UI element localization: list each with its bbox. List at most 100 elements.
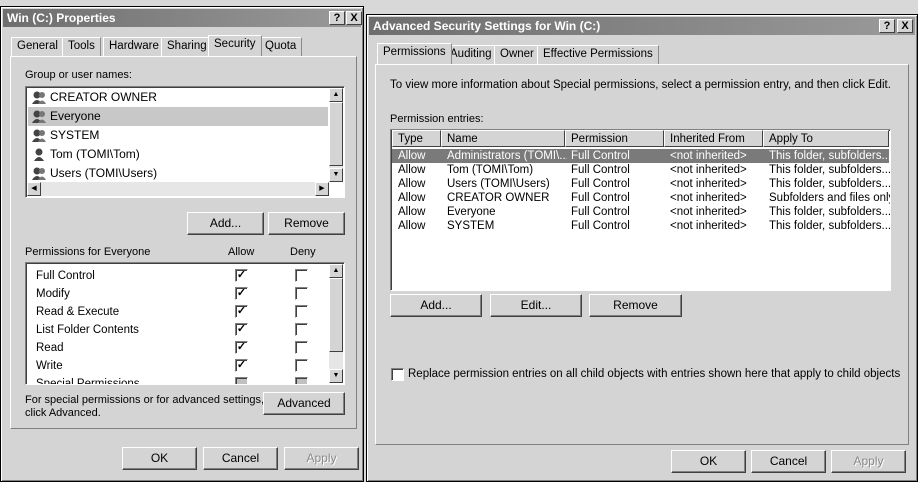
deny-checkbox[interactable] [295, 377, 308, 384]
table-row[interactable]: Allow Tom (TOMI\Tom) Full Control <not inhe… [392, 163, 891, 177]
replace-checkbox[interactable] [391, 368, 404, 381]
list-item[interactable]: Tom (TOMI\Tom) [28, 145, 328, 164]
entries-label: Permission entries: [390, 113, 484, 125]
allow-checkbox[interactable]: ✓ [235, 323, 248, 336]
allow-checkbox[interactable] [235, 377, 248, 384]
permissions-list: Full Control Modify Read & Execute List … [25, 262, 345, 385]
list-item[interactable]: CREATOR OWNER [28, 88, 328, 107]
deny-checkbox[interactable] [295, 323, 308, 336]
cancel-button[interactable]: Cancel [203, 447, 278, 470]
ok-button[interactable]: OK [122, 447, 197, 470]
deny-checkbox[interactable] [295, 269, 308, 282]
list-item[interactable]: Users (TOMI\Users) [28, 164, 328, 183]
properties-titlebar[interactable]: Win (C:) Properties [3, 9, 361, 27]
tab-hardware[interactable]: Hardware [103, 37, 165, 56]
allow-checkbox[interactable]: ✓ [235, 359, 248, 372]
perm-read-execute: Read & Execute [36, 306, 120, 318]
table-cell: This folder, subfolders... [769, 164, 891, 176]
tab-security[interactable]: Security [208, 35, 262, 56]
col-permission[interactable]: Permission [565, 130, 664, 147]
tab-permissions[interactable]: Permissions [377, 43, 452, 64]
properties-dialog: Win (C:) Properties ? X General Tools Ha… [0, 6, 364, 482]
perm-write: Write [36, 360, 63, 372]
scroll-up-icon[interactable]: ▲ [329, 264, 343, 278]
properties-title: Win (C:) Properties [7, 11, 116, 25]
table-cell: This folder, subfolders... [769, 150, 891, 162]
table-cell: This folder, subfolders... [769, 220, 891, 232]
table-cell: Full Control [571, 220, 630, 232]
allow-checkbox[interactable]: ✓ [235, 341, 248, 354]
scroll-thumb[interactable] [329, 102, 343, 166]
table-cell: Full Control [571, 150, 630, 162]
permissions-vscrollbar[interactable]: ▲ ▼ [329, 264, 343, 383]
tab-auditing[interactable]: Auditing [444, 45, 498, 64]
scroll-down-icon[interactable]: ▼ [329, 168, 343, 182]
col-type[interactable]: Type [392, 130, 441, 147]
edit-button[interactable]: Edit... [490, 294, 582, 317]
table-row[interactable]: Allow CREATOR OWNER Full Control <not inher… [392, 191, 890, 205]
tab-quota[interactable]: Quota [259, 37, 303, 56]
table-cell: Full Control [571, 206, 630, 218]
perm-read: Read [36, 342, 64, 354]
help-button[interactable]: ? [329, 11, 345, 25]
special-note-2: click Advanced. [25, 407, 101, 419]
group-icon [32, 110, 46, 123]
list-item[interactable]: Everyone [28, 107, 328, 126]
help-button[interactable]: ? [879, 19, 895, 33]
allow-checkbox[interactable]: ✓ [235, 305, 248, 318]
advanced-button[interactable]: Advanced [263, 392, 345, 415]
scroll-up-icon[interactable]: ▲ [329, 88, 343, 102]
list-item[interactable]: SYSTEM [28, 126, 328, 145]
apply-button[interactable]: Apply [831, 450, 906, 473]
remove-button[interactable]: Remove [589, 294, 682, 317]
close-button[interactable]: X [897, 19, 913, 33]
col-inherited-from[interactable]: Inherited From [664, 130, 763, 147]
deny-checkbox[interactable] [295, 359, 308, 372]
tab-effective-permissions[interactable]: Effective Permissions [537, 45, 659, 64]
allow-header: Allow [228, 246, 255, 258]
table-cell: <not inherited> [670, 164, 747, 176]
scroll-right-icon[interactable]: ▶ [315, 182, 329, 196]
advanced-titlebar[interactable]: Advanced Security Settings for Win (C:) [369, 17, 915, 35]
cancel-button[interactable]: Cancel [751, 450, 826, 473]
user-list-hscrollbar[interactable]: ◀ ▶ [27, 182, 329, 196]
table-cell: CREATOR OWNER [447, 192, 550, 204]
close-button[interactable]: X [346, 11, 362, 25]
table-row[interactable]: Allow Everyone Full Control <not inherited>… [392, 205, 890, 219]
add-button[interactable]: Add... [187, 212, 264, 235]
deny-checkbox[interactable] [295, 287, 308, 300]
tab-owner[interactable]: Owner [494, 45, 540, 64]
col-name[interactable]: Name [441, 130, 565, 147]
user-list[interactable]: CREATOR OWNER Everyone SYSTEM Tom (TOMI\… [25, 86, 345, 198]
scroll-thumb[interactable] [329, 278, 343, 352]
add-button[interactable]: Add... [390, 294, 482, 317]
table-cell: Allow [398, 164, 426, 176]
allow-checkbox[interactable]: ✓ [235, 287, 248, 300]
info-text: To view more information about Special p… [390, 79, 891, 91]
table-row[interactable]: Allow Users (TOMI\Users) Full Control <not … [392, 177, 890, 191]
table-cell: Allow [398, 150, 426, 162]
tab-general[interactable]: General [11, 37, 64, 56]
scroll-down-icon[interactable]: ▼ [329, 369, 343, 383]
ok-button[interactable]: OK [671, 450, 746, 473]
table-cell: Allow [398, 220, 426, 232]
remove-button[interactable]: Remove [268, 212, 345, 235]
allow-checkbox[interactable]: ✓ [235, 269, 248, 282]
perm-modify: Modify [36, 288, 70, 300]
security-panel: Group or user names: CREATOR OWNER Every… [10, 56, 357, 429]
table-cell: Full Control [571, 178, 630, 190]
table-cell: Tom (TOMI\Tom) [447, 164, 534, 176]
tab-tools[interactable]: Tools [62, 37, 101, 56]
permissions-panel: To view more information about Special p… [375, 64, 909, 445]
deny-checkbox[interactable] [295, 341, 308, 354]
table-cell: <not inherited> [670, 150, 747, 162]
deny-checkbox[interactable] [295, 305, 308, 318]
user-list-vscrollbar[interactable]: ▲ ▼ [329, 88, 343, 182]
table-row[interactable]: Allow Administrators (TOMI\... Full Contro… [392, 149, 891, 163]
col-apply-to[interactable]: Apply To [763, 130, 889, 147]
table-row[interactable]: Allow SYSTEM Full Control <not inherited> Th… [392, 219, 891, 233]
scroll-left-icon[interactable]: ◀ [27, 182, 41, 196]
permission-entries-list[interactable]: Type Name Permission Inherited From Appl… [390, 129, 891, 291]
tab-sharing[interactable]: Sharing [161, 37, 213, 56]
apply-button[interactable]: Apply [284, 447, 359, 470]
